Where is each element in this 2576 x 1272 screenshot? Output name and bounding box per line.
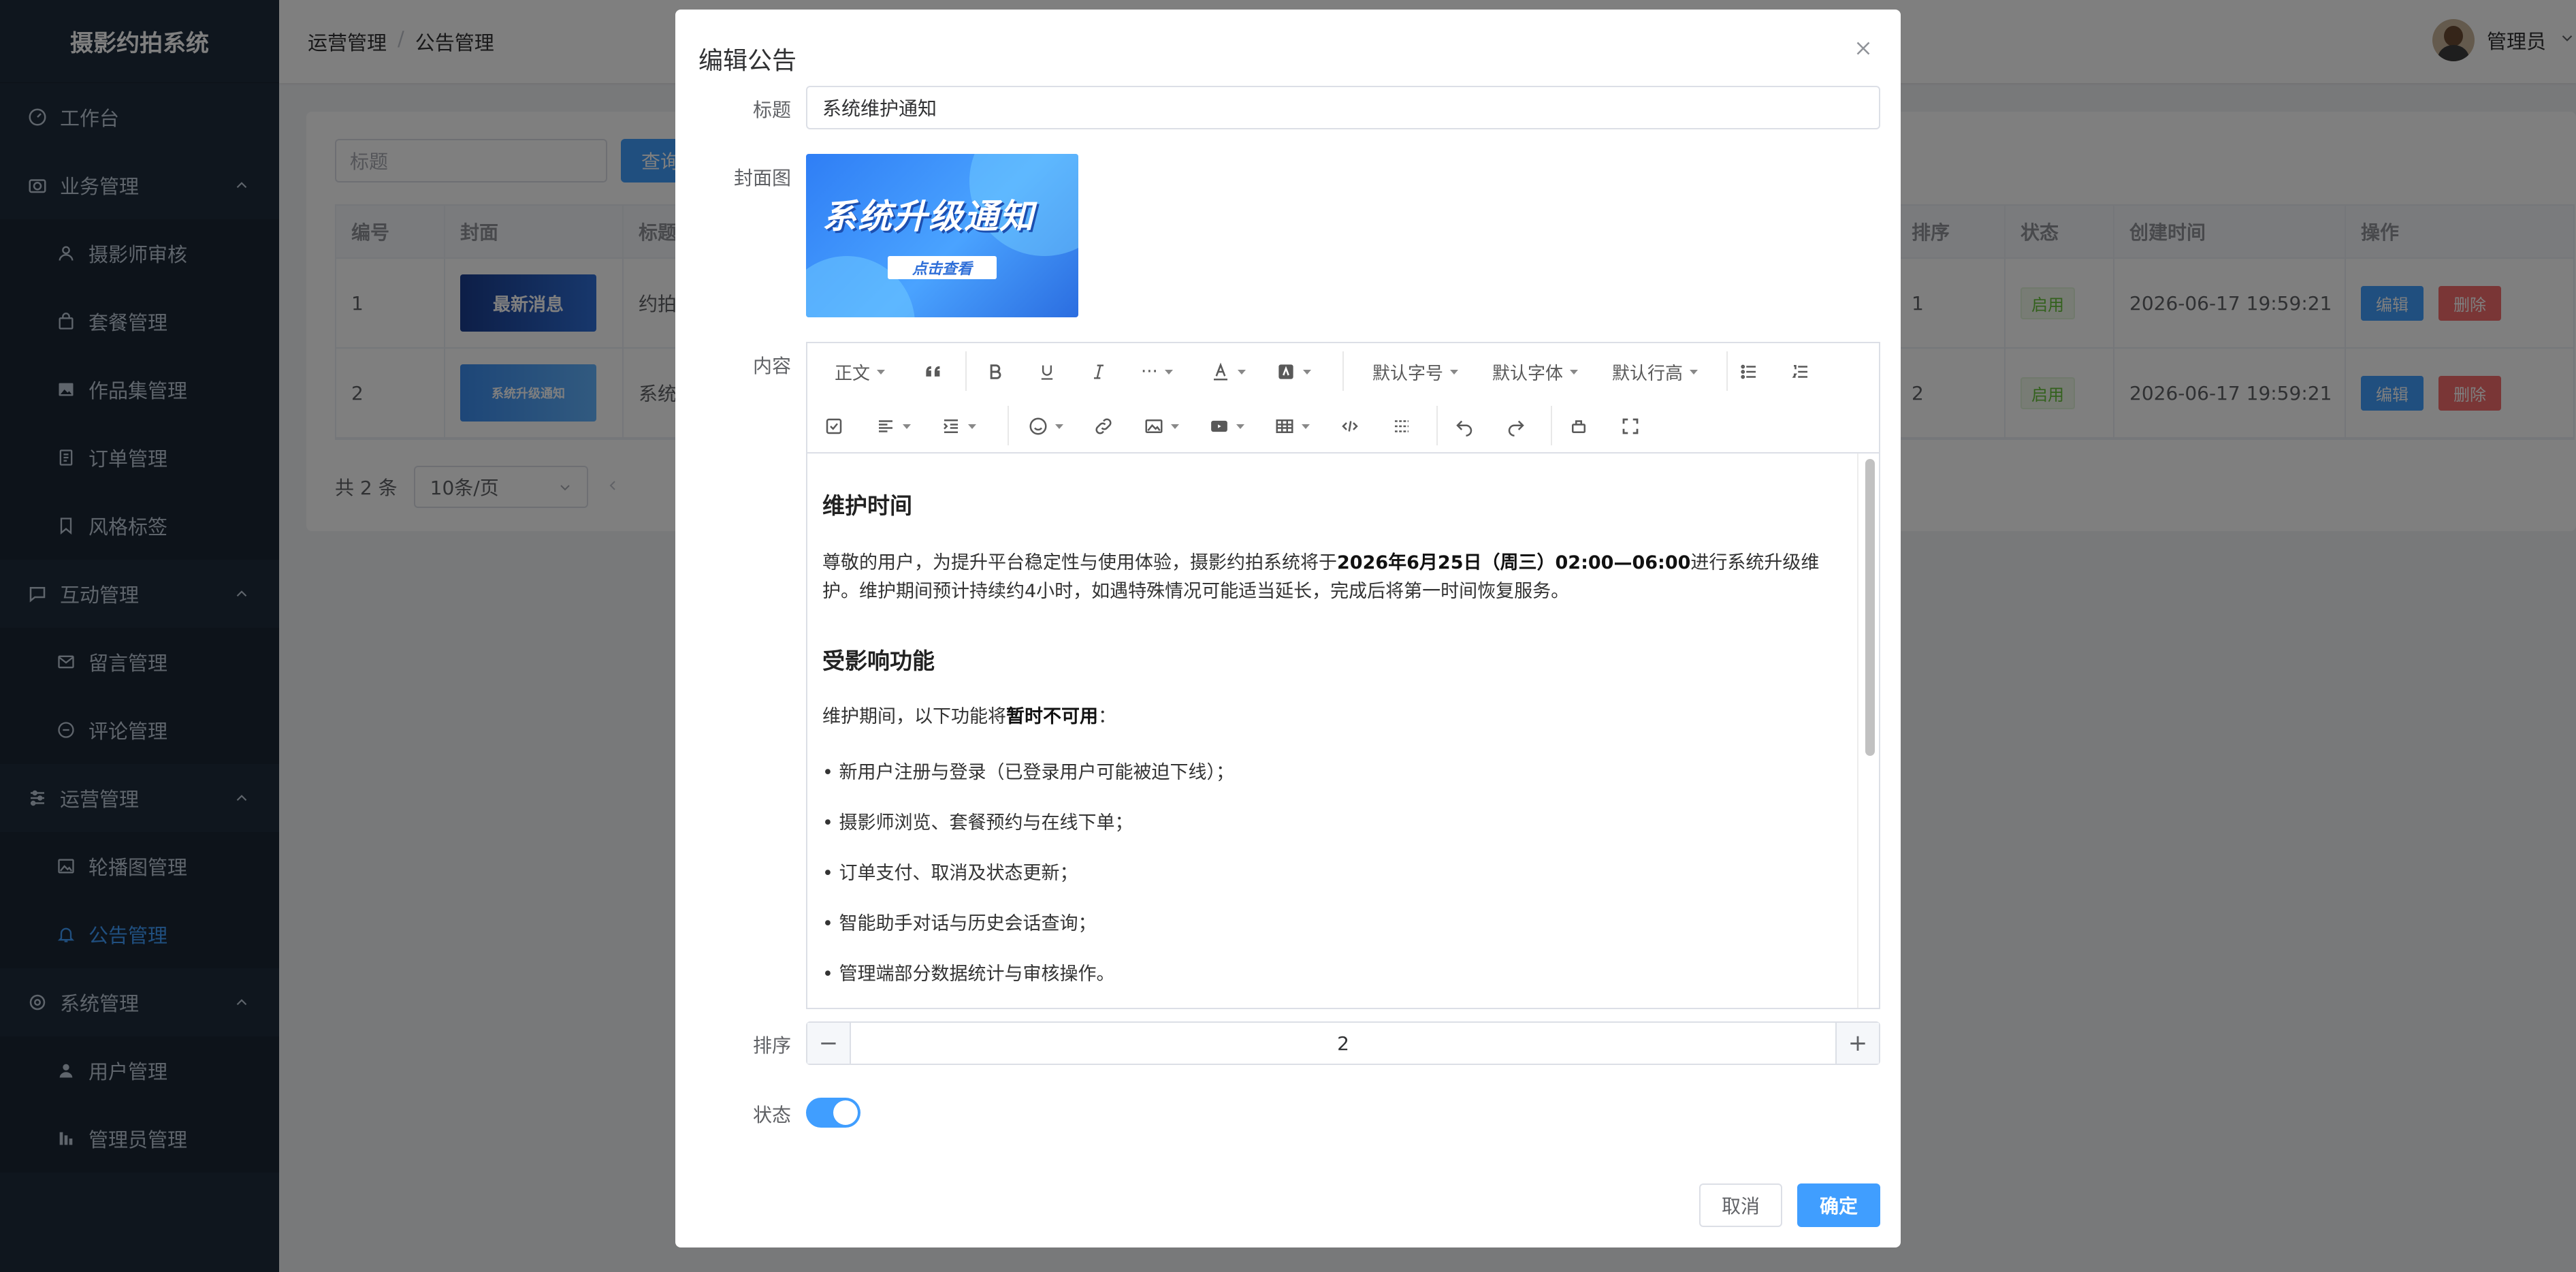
insert-image-icon[interactable] [1144,413,1179,440]
insert-video-icon[interactable] [1209,413,1244,440]
numbered-list-icon[interactable] [1790,358,1811,385]
font-color-icon[interactable] [1210,358,1246,385]
emoji-icon[interactable] [1028,413,1063,440]
toggle-knob [833,1100,858,1125]
background-color-icon[interactable] [1276,358,1311,385]
list-item: • 管理端部分数据统计与审核操作。 [822,964,1115,985]
decrement-button[interactable]: − [807,1023,851,1064]
close-icon[interactable] [1852,37,1875,60]
paragraph-select[interactable]: 正文 [835,358,886,385]
edit-announcement-dialog: 编辑公告 标题 系统维护通知 封面图 系统升级通知 点击查看 内容 正文 ···… [675,10,1901,1247]
cover-label: 封面图 [733,167,791,189]
font-size-label: 默认字号 [1372,363,1444,384]
title-label: 标题 [752,99,791,121]
sort-label: 排序 [752,1034,791,1057]
rich-text-editor: 正文 ··· 默认字号 默认字体 默认行高 维护时间 尊敬的用户，为提升平台稳定… [806,342,1880,1009]
cancel-button[interactable]: 取消 [1699,1183,1782,1227]
more-styles-select[interactable]: ··· [1141,358,1173,385]
list-item: • 智能助手对话与历史会话查询； [822,913,1097,934]
redo-icon[interactable] [1506,413,1526,440]
quote-icon[interactable] [923,358,944,385]
sort-stepper: − 2 + [806,1021,1880,1065]
underline-icon[interactable] [1037,358,1057,385]
content-paragraph: 维护期间，以下功能将暂时不可用： [822,706,1116,727]
increment-button[interactable]: + [1835,1023,1879,1064]
list-item: • 新用户注册与登录（已登录用户可能被迫下线）； [822,762,1235,783]
align-select[interactable] [875,413,911,440]
todo-icon[interactable] [824,413,844,440]
clear-format-icon[interactable] [1568,413,1589,440]
link-icon[interactable] [1093,413,1114,440]
line-height-select[interactable]: 默认行高 [1612,358,1698,385]
cover-image-title: 系统升级通知 [822,197,1035,236]
font-family-select[interactable]: 默认字体 [1492,358,1579,385]
content-heading: 维护时间 [822,492,912,519]
confirm-button[interactable]: 确定 [1797,1183,1880,1227]
font-size-select[interactable]: 默认字号 [1372,358,1459,385]
code-icon[interactable] [1340,413,1360,440]
cover-image-button: 点击查看 [888,256,997,279]
font-family-label: 默认字体 [1492,363,1564,384]
sort-value[interactable]: 2 [851,1023,1835,1064]
line-height-label: 默认行高 [1612,363,1684,384]
paragraph-select-label: 正文 [835,363,871,384]
content-heading: 受影响功能 [822,648,935,674]
status-toggle[interactable] [806,1098,860,1128]
more-styles-label: ··· [1141,362,1158,382]
undo-icon[interactable] [1454,413,1475,440]
indent-select[interactable] [941,413,976,440]
cover-image[interactable]: 系统升级通知 点击查看 [806,154,1078,317]
italic-icon[interactable] [1089,358,1108,385]
table-icon[interactable] [1274,413,1310,440]
fullscreen-icon[interactable] [1620,413,1641,440]
list-item: • 订单支付、取消及状态更新； [822,863,1078,884]
dialog-title: 编辑公告 [698,47,797,75]
content-label: 内容 [752,355,791,377]
bullet-list-icon[interactable] [1739,358,1759,385]
list-item: • 摄影师浏览、套餐预约与在线下单； [822,812,1133,833]
editor-content[interactable]: 维护时间 尊敬的用户，为提升平台稳定性与使用体验，摄影约拍系统将于2026年6月… [807,454,1857,1008]
title-input[interactable]: 系统维护通知 [806,86,1880,129]
editor-toolbar: 正文 ··· 默认字号 默认字体 默认行高 [807,343,1879,454]
content-paragraph: 尊敬的用户，为提升平台稳定性与使用体验，摄影约拍系统将于2026年6月25日（周… [822,552,1820,602]
bold-icon[interactable] [986,358,1005,385]
divider-icon[interactable] [1391,413,1412,440]
editor-scrollbar-thumb[interactable] [1865,459,1875,756]
status-label: 状态 [752,1104,791,1126]
